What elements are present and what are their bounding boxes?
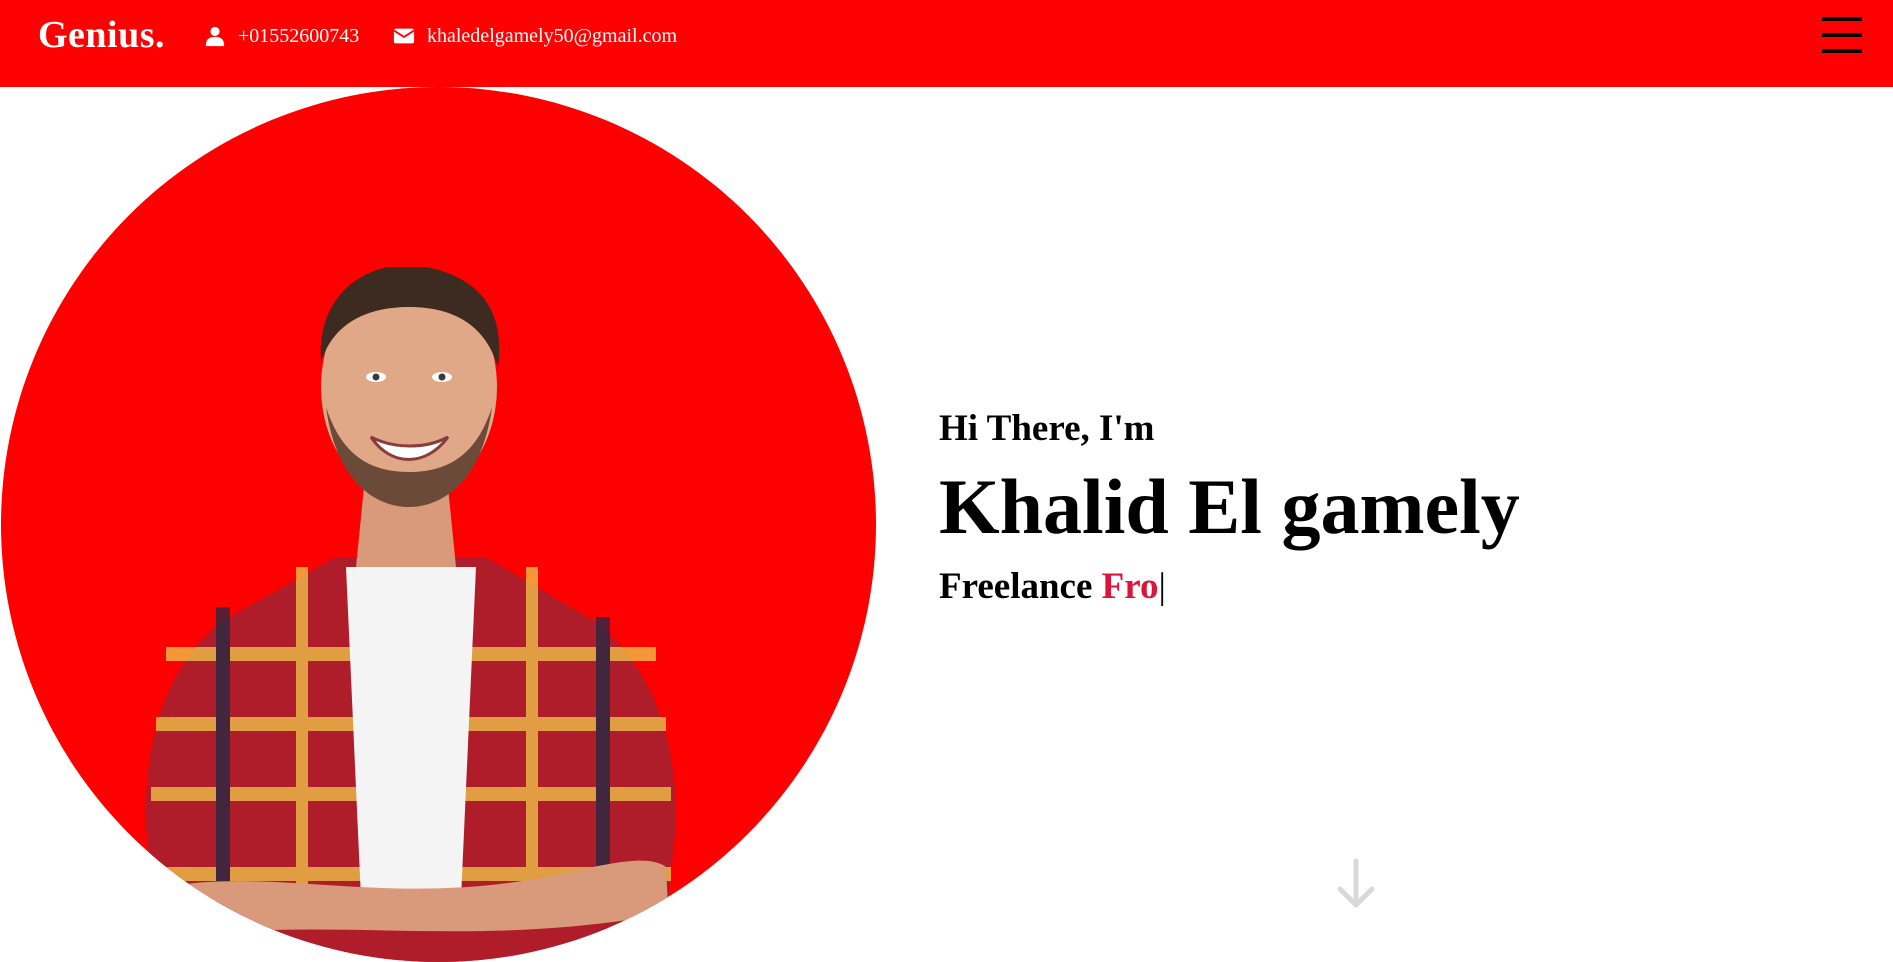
arrow-down-icon[interactable] [1335,858,1377,910]
greeting-text: Hi There, I'm [939,408,1155,449]
email-contact[interactable]: khaledelgamely50@gmail.com [393,22,677,50]
hero-name: Khalid El gamely [939,463,1520,550]
hero-red-circle [1,87,876,962]
phone-contact[interactable]: +01552600743 [204,22,359,50]
user-icon [205,26,225,47]
phone-number: +01552600743 [238,24,360,47]
hero-intro: Hi There, I'm Khalid El gamely Freelance… [939,405,1520,611]
top-navbar: Genius. +01552600743 khaledelgamely50@gm… [0,0,1893,87]
email-address: khaledelgamely50@gmail.com [427,24,678,47]
profile-photo [145,267,677,962]
site-logo[interactable]: Genius. [38,12,165,58]
role-text: Freelance Fro| [939,563,1520,611]
typed-role-text: Fro [1101,566,1159,607]
envelope-icon [393,28,415,44]
hamburger-menu-icon[interactable] [1822,17,1862,53]
role-prefix: Freelance [939,566,1093,607]
typing-caret: | [1158,566,1166,607]
